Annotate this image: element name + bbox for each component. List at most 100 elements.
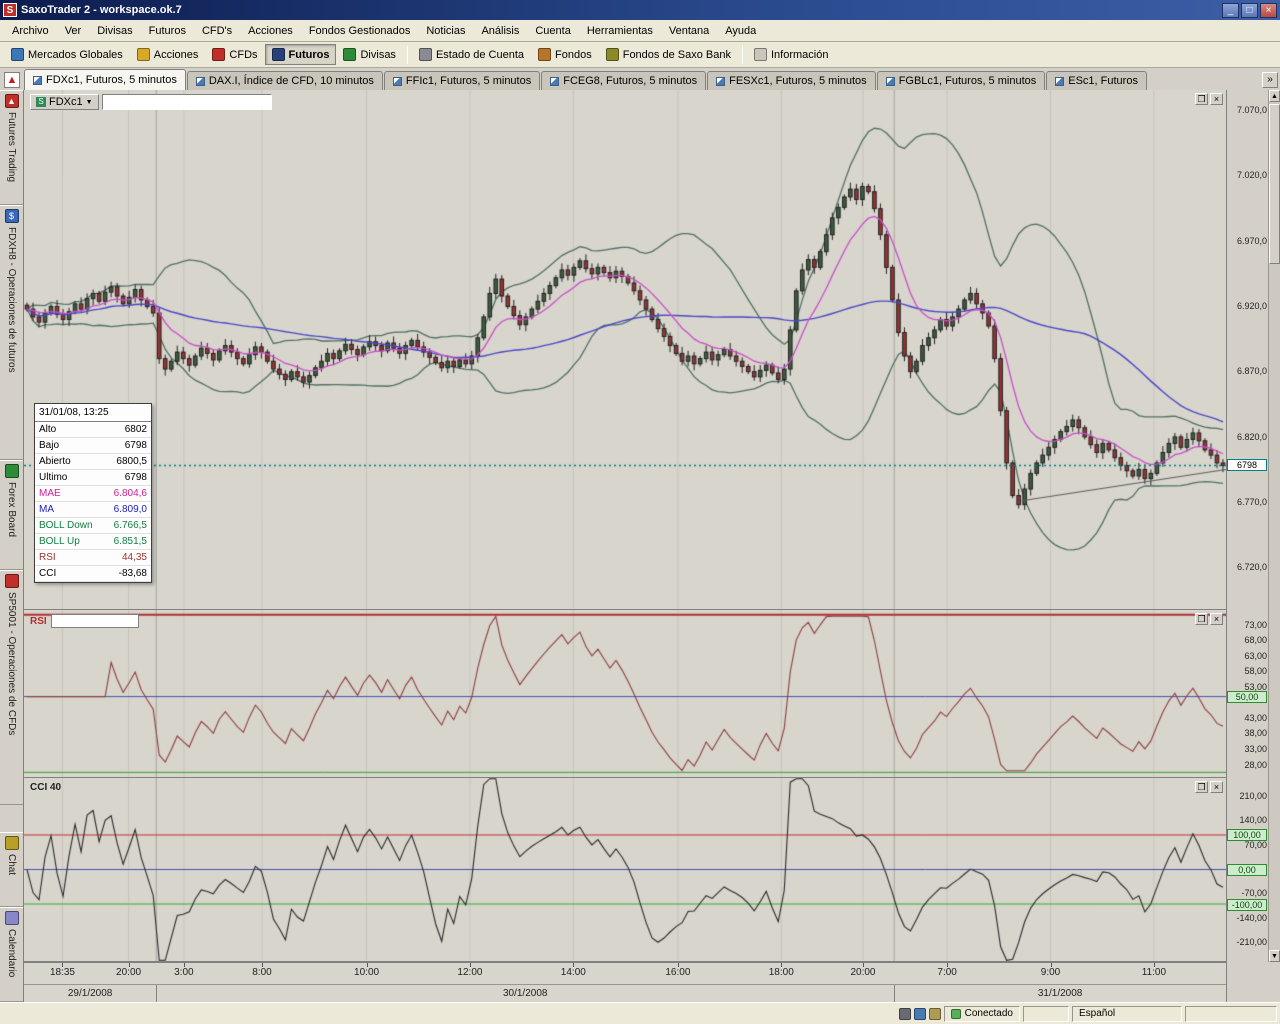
- language-cell: Español: [1072, 1006, 1182, 1022]
- toolbar-button-fondos-de-saxo-bank[interactable]: Fondos de Saxo Bank: [599, 44, 738, 65]
- toolbar-button-acciones[interactable]: Acciones: [130, 44, 206, 65]
- axis-level-tag: -100,00: [1227, 899, 1267, 911]
- symbol-label: FDXc1: [49, 96, 83, 108]
- info-row-label: Abierto: [39, 456, 71, 467]
- cci-label: CCI 40: [30, 782, 61, 793]
- symbol-dropdown-button[interactable]: S FDXc1 ▼: [30, 94, 99, 110]
- maximize-button[interactable]: □: [1241, 3, 1258, 18]
- calendar-icon: [5, 911, 19, 925]
- scrollbar-thumb[interactable]: [1269, 104, 1280, 264]
- toolbar-button-fondos[interactable]: Fondos: [531, 44, 599, 65]
- instrument-search-input[interactable]: [102, 94, 272, 110]
- menu-item-divisas[interactable]: Divisas: [89, 22, 140, 40]
- language-label: Español: [1079, 1008, 1115, 1019]
- panel-close-icon[interactable]: ×: [1210, 93, 1223, 105]
- toolbar-button-futuros[interactable]: Futuros: [265, 44, 337, 65]
- cci-chart-canvas[interactable]: [24, 778, 1226, 961]
- scroll-up-icon[interactable]: ▲: [1269, 90, 1280, 102]
- axis-label: -210,00: [1236, 937, 1267, 947]
- menu-item-cuenta[interactable]: Cuenta: [527, 22, 578, 40]
- tab-scroll-button[interactable]: »: [1262, 72, 1278, 88]
- menu-item-futuros[interactable]: Futuros: [141, 22, 194, 40]
- time-label: 7:00: [937, 967, 956, 978]
- vertical-scrollbar[interactable]: ▲ ▼: [1268, 90, 1280, 962]
- panel-restore-icon[interactable]: ❐: [1195, 613, 1208, 625]
- axis-label: 7.070,0: [1237, 105, 1267, 115]
- panel-restore-icon[interactable]: ❐: [1195, 781, 1208, 793]
- time-label: 9:00: [1041, 967, 1060, 978]
- sidebar-item-sp5001-operaciones-de-cfds[interactable]: SP5001 - Operaciones de CFDs: [0, 570, 23, 805]
- axis-label: 58,00: [1244, 666, 1267, 676]
- panel-close-icon[interactable]: ×: [1210, 781, 1223, 793]
- chart-symbol-toolbar: S FDXc1 ▼: [30, 94, 272, 110]
- rsi-panel: RSI ❐ ×: [24, 610, 1226, 778]
- sidebar-item-forex-board[interactable]: Forex Board: [0, 460, 23, 570]
- menu-item-fondos-gestionados[interactable]: Fondos Gestionados: [301, 22, 419, 40]
- sidebar-item-fdxh8-operaciones-de-futuros[interactable]: $FDXH8 - Operaciones de futuros: [0, 205, 23, 460]
- tab-label: FFIc1, Futuros, 5 minutos: [406, 75, 531, 87]
- info-row-boll-down: BOLL Down6.766,5: [35, 518, 151, 534]
- tab-fdxc1[interactable]: FDXc1, Futuros, 5 minutos: [24, 69, 186, 90]
- time-axis[interactable]: 18:3520:003:008:0010:0012:0014:0016:0018…: [24, 962, 1226, 984]
- tab-dax-i[interactable]: DAX.I, Índice de CFD, 10 minutos: [187, 71, 383, 90]
- messages-icon[interactable]: [929, 1008, 941, 1020]
- toolbar-button-mercados-globales[interactable]: Mercados Globales: [4, 44, 130, 65]
- sidebar-item-chat[interactable]: Chat: [0, 832, 23, 907]
- toolbar-button-estado-de-cuenta[interactable]: Estado de Cuenta: [412, 44, 531, 65]
- minimize-button[interactable]: _: [1222, 3, 1239, 18]
- futures-trading-corner-icon[interactable]: ▲: [4, 72, 20, 88]
- info-icon: [754, 48, 767, 61]
- toolbar-button-informaci-n[interactable]: Información: [747, 44, 835, 65]
- main-chart-canvas[interactable]: [24, 90, 1226, 609]
- connection-label: Conectado: [965, 1008, 1013, 1019]
- session-icon[interactable]: [914, 1008, 926, 1020]
- info-row-value: 6.766,5: [114, 520, 147, 531]
- date-label: 31/1/2008: [1038, 988, 1083, 999]
- symbol-icon: S: [36, 97, 46, 107]
- axis-label: 6.920,0: [1237, 301, 1267, 311]
- axis-label: 6.970,0: [1237, 236, 1267, 246]
- info-row-value: 6802: [125, 424, 147, 435]
- info-timestamp: 31/01/08, 13:25: [35, 404, 151, 422]
- menu-item-noticias[interactable]: Noticias: [418, 22, 473, 40]
- rsi-chart-canvas[interactable]: [24, 610, 1226, 777]
- menu-item-ventana[interactable]: Ventana: [661, 22, 717, 40]
- chart-tab-icon: [550, 77, 559, 86]
- axis-label: 73,00: [1244, 620, 1267, 630]
- toolbar-button-cfds[interactable]: CFDs: [205, 44, 264, 65]
- menu-item-acciones[interactable]: Acciones: [240, 22, 301, 40]
- panel-close-icon[interactable]: ×: [1210, 613, 1223, 625]
- time-label: 10:00: [354, 967, 379, 978]
- scroll-down-icon[interactable]: ▼: [1269, 950, 1280, 962]
- tab-fceg8[interactable]: FCEG8, Futuros, 5 minutos: [541, 71, 706, 90]
- info-row-ultimo: Ultimo6798: [35, 470, 151, 486]
- tab-bar: ▲ FDXc1, Futuros, 5 minutosDAX.I, Índice…: [0, 68, 1280, 90]
- axis-level-tag: 0,00: [1227, 864, 1267, 876]
- app-icon: S: [3, 3, 17, 17]
- close-button[interactable]: ×: [1260, 3, 1277, 18]
- main-toolbar: Mercados GlobalesAccionesCFDsFuturosDivi…: [0, 42, 1280, 68]
- user-icon[interactable]: [899, 1008, 911, 1020]
- tab-fgblc1[interactable]: FGBLc1, Futuros, 5 minutos: [877, 71, 1046, 90]
- menu-item-archivo[interactable]: Archivo: [4, 22, 57, 40]
- sidebar-item-futures-trading[interactable]: ▲Futures Trading: [0, 90, 23, 205]
- menu-item-an-lisis[interactable]: Análisis: [473, 22, 527, 40]
- tab-fesxc1[interactable]: FESXc1, Futuros, 5 minutos: [707, 71, 876, 90]
- rsi-settings-input[interactable]: [51, 614, 139, 628]
- time-label: 3:00: [174, 967, 193, 978]
- menu-item-ver[interactable]: Ver: [57, 22, 90, 40]
- sidebar-item-calendario[interactable]: Calendario: [0, 907, 23, 1002]
- axis-label: -140,00: [1236, 913, 1267, 923]
- axis-label: 140,00: [1239, 815, 1267, 825]
- toolbar-button-divisas[interactable]: Divisas: [336, 44, 402, 65]
- panel-restore-icon[interactable]: ❐: [1195, 93, 1208, 105]
- tab-esc1[interactable]: ESc1, Futuros: [1046, 71, 1147, 90]
- tab-ffic1[interactable]: FFIc1, Futuros, 5 minutos: [384, 71, 540, 90]
- info-row-value: -83,68: [119, 568, 147, 579]
- info-row-mae: MAE6.804,6: [35, 486, 151, 502]
- price-axis-column[interactable]: 7.070,07.020,06.970,06.920,06.870,06.820…: [1226, 90, 1268, 1002]
- menu-item-cfd-s[interactable]: CFD's: [194, 22, 240, 40]
- axis-label: 7.020,0: [1237, 170, 1267, 180]
- menu-item-ayuda[interactable]: Ayuda: [717, 22, 764, 40]
- menu-item-herramientas[interactable]: Herramientas: [579, 22, 661, 40]
